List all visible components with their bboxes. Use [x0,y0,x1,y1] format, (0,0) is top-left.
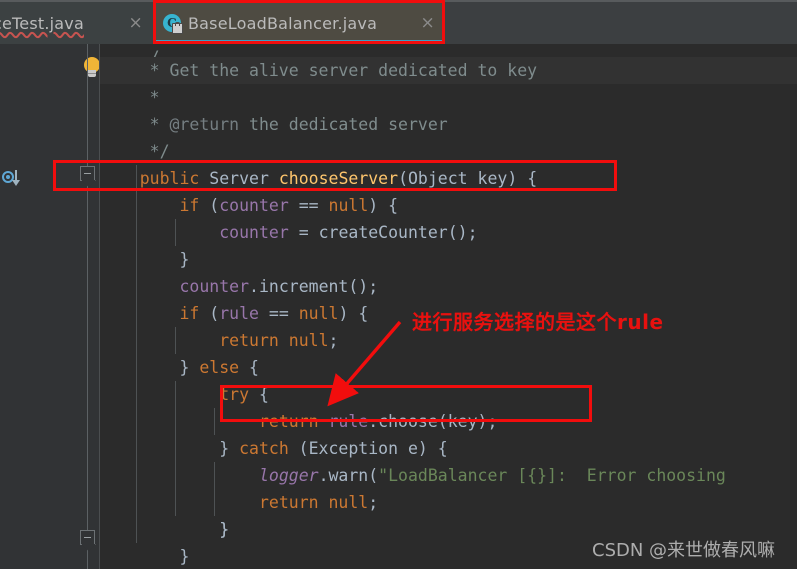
tab-highlight-box [153,0,445,44]
code-token: counter [219,223,289,242]
indent-guide [175,327,176,354]
code-token: (); [447,223,478,242]
code-token: */ [100,142,170,161]
code-token: the dedicated server [239,115,448,134]
code-token: ; [368,493,379,512]
csdn-watermark: CSDN @来世做春风嘛 [592,540,776,561]
code-token: .warn( [318,466,379,485]
code-token: null [328,493,369,512]
code-line: counter.increment(); [100,273,378,300]
code-token: == [258,304,299,323]
code-token: logger [258,466,319,485]
method-signature-box [53,160,617,191]
annotation-note-text: 进行服务选择的是这个rule [412,310,664,334]
code-line: * [100,84,160,111]
ide-editor-screenshot: alanceTest.java × C BaseLoadBalancer.jav… [0,0,797,569]
code-token: ; [328,331,339,350]
code-token: e) { [398,439,448,458]
code-token: ( [288,439,309,458]
code-token: @return [169,115,240,134]
code-token: Exception [308,439,399,458]
code-token: null [328,196,369,215]
close-icon[interactable]: × [129,14,143,32]
code-token: == [288,196,329,215]
code-token: = [288,223,319,242]
code-line: return null; [100,489,378,516]
code-line: * Get the alive server dedicated to key [100,57,537,84]
tab-label: alanceTest.java [0,13,84,33]
indent-guide [175,381,176,516]
code-token: else [199,358,240,377]
code-token: if [179,304,200,323]
code-line: } [100,547,190,566]
code-token: catch [239,439,289,458]
code-token: } [100,439,240,458]
code-token: * [100,88,160,107]
indent-guide [136,165,137,543]
code-token: ( [199,304,220,323]
code-token: null [298,304,339,323]
code-token: counter [179,277,250,296]
fold-marker-class[interactable] [80,530,96,551]
code-editor[interactable]: / * Get the alive server dedicated to ke… [0,44,797,569]
code-token: .increment(); [249,277,379,296]
code-line: } else { [100,354,259,381]
code-token: if [179,196,200,215]
code-token: ) { [368,196,399,215]
code-line: } catch (Exception e) { [100,435,448,462]
code-token: ) { [338,304,369,323]
code-token: rule [219,304,259,323]
fold-rail [87,44,88,569]
code-line: * @return the dedicated server [100,111,448,138]
code-token: counter [219,196,289,215]
indent-guide [214,408,215,435]
code-line: } [100,246,189,273]
indent-guide [175,219,176,246]
code-token: createCounter [318,223,448,242]
editor-gutter[interactable] [26,44,100,569]
code-token: return [258,493,319,512]
marker-strip[interactable] [0,44,26,569]
indent-guide [214,462,215,516]
code-line: counter = createCounter(); [100,219,478,246]
code-line: if (counter == null) { [100,192,398,219]
code-line: logger.warn("LoadBalancer [{}]: Error ch… [100,462,726,489]
rule-choose-box [220,385,592,422]
code-token: return [219,331,279,350]
tab-balance-test-java[interactable]: alanceTest.java × [0,2,153,44]
code-token: } [100,358,200,377]
code-token: ( [199,196,220,215]
code-token: { [239,358,259,377]
code-token: * [100,115,170,134]
code-line: } [100,520,230,539]
implements-method-marker-icon[interactable] [2,168,24,188]
code-token: * Get the alive server dedicated to key [100,61,538,80]
code-line: if (rule == null) { [100,300,368,327]
code-token: null [288,331,329,350]
code-token: "LoadBalancer [{}]: Error choosing [378,466,726,485]
code-token: } [100,250,190,269]
